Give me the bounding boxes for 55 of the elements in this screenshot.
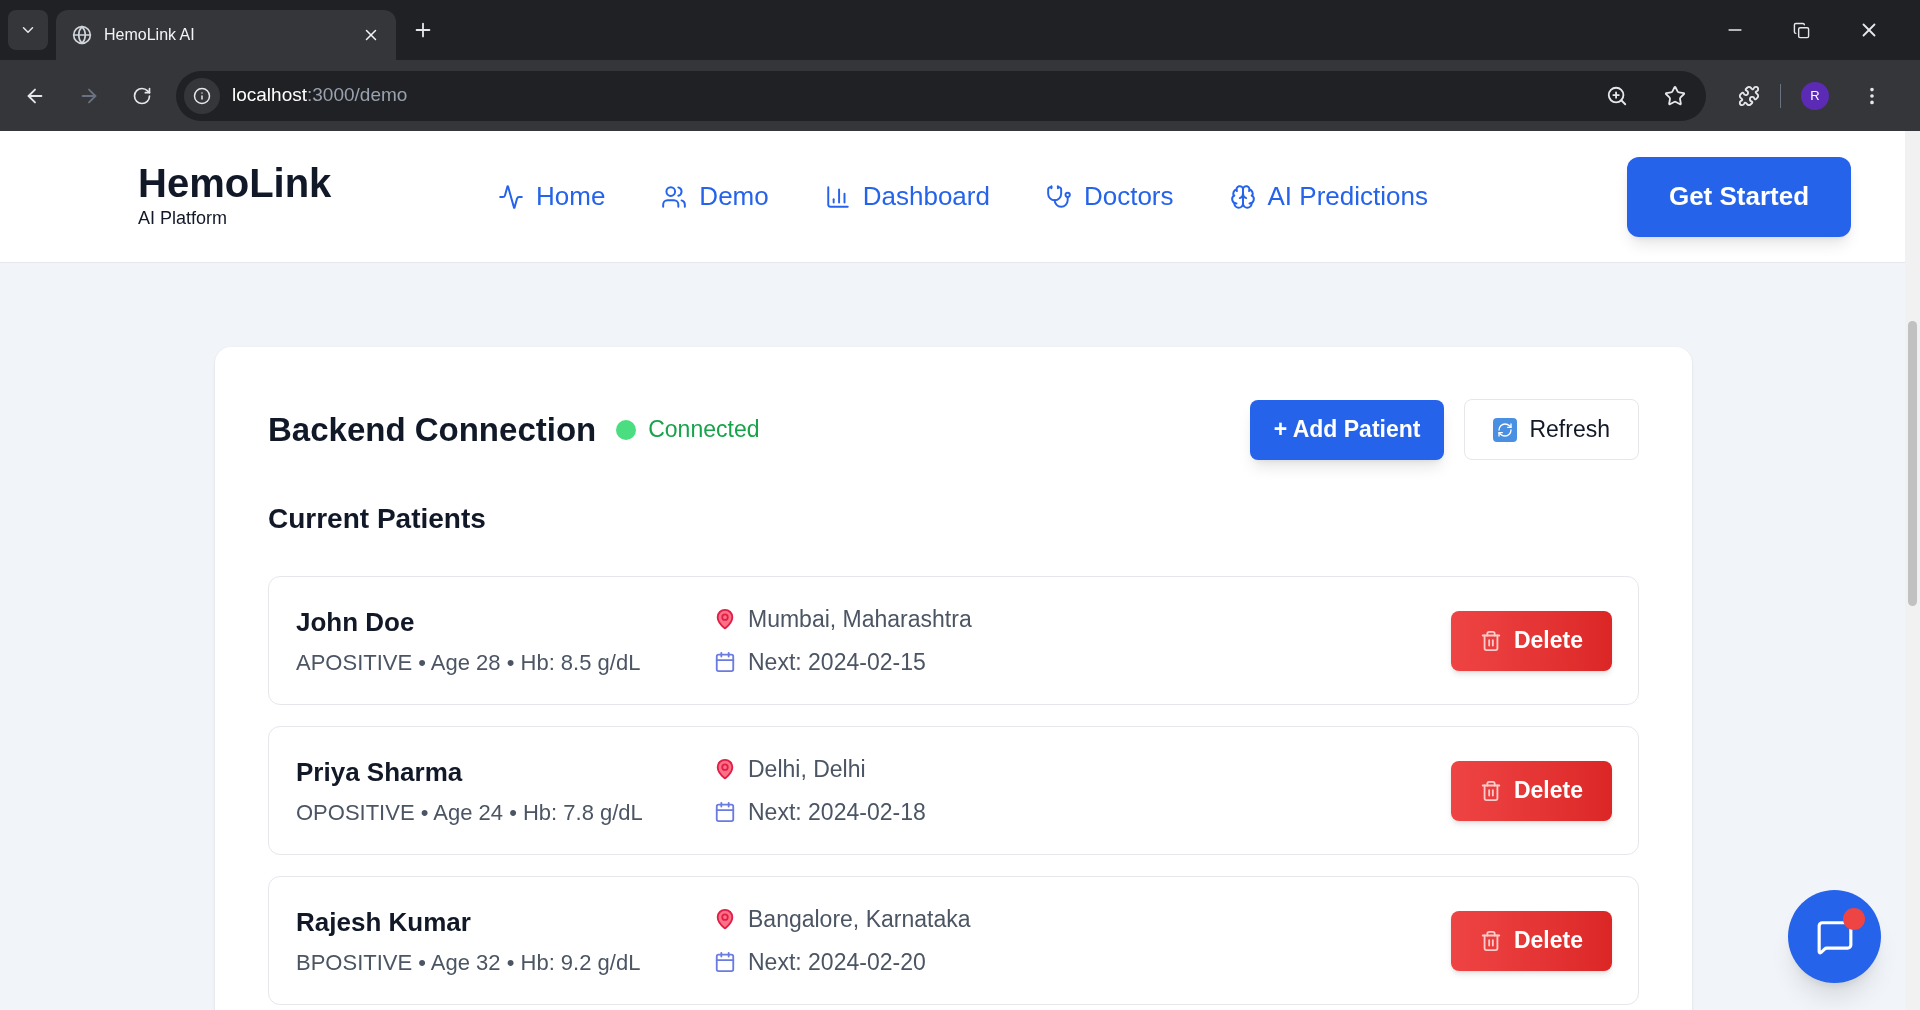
address-bar[interactable]: localhost:3000/demo bbox=[176, 70, 1706, 121]
patient-details: BPOSITIVE • Age 32 • Hb: 9.2 g/dL bbox=[296, 948, 642, 977]
patient-details: OPOSITIVE • Age 24 • Hb: 7.8 g/dL bbox=[296, 798, 644, 827]
reload-icon[interactable] bbox=[132, 85, 152, 106]
zoom-icon[interactable] bbox=[1606, 84, 1628, 107]
add-patient-button[interactable]: + Add Patient bbox=[1249, 399, 1445, 460]
nav-link[interactable]: Doctors bbox=[1045, 177, 1174, 216]
patient-details: APOSITIVE • Age 28 • Hb: 8.5 g/dL bbox=[296, 648, 642, 677]
patient-location: Delhi, Delhi bbox=[748, 755, 866, 784]
pin-icon bbox=[714, 758, 736, 781]
users-icon bbox=[661, 183, 688, 210]
brand-tagline: AI Platform bbox=[138, 207, 229, 230]
trash-icon bbox=[1479, 929, 1502, 952]
next-date: Next: 2024-02-15 bbox=[748, 647, 926, 677]
bookmark-icon[interactable] bbox=[1664, 84, 1686, 107]
delete-button[interactable]: Delete bbox=[1451, 910, 1612, 971]
scrollbar-thumb[interactable] bbox=[1908, 321, 1917, 606]
calendar-icon bbox=[714, 650, 736, 673]
nav-link[interactable]: AI Predictions bbox=[1229, 177, 1428, 216]
patient-location: Mumbai, Maharashtra bbox=[748, 605, 972, 634]
restore-icon[interactable] bbox=[1793, 21, 1810, 39]
trash-icon bbox=[1479, 629, 1502, 652]
patient-name: John Doe bbox=[296, 605, 416, 639]
patient-name: Rajesh Kumar bbox=[296, 905, 472, 939]
nav-link[interactable]: Home bbox=[498, 177, 606, 216]
browser-tab[interactable]: HemoLink AI bbox=[56, 10, 396, 60]
calendar-icon bbox=[714, 950, 736, 973]
calendar-icon bbox=[714, 800, 736, 823]
brain-icon bbox=[1229, 183, 1256, 210]
section-heading: Current Patients bbox=[268, 502, 487, 536]
next-date: Next: 2024-02-18 bbox=[748, 797, 926, 827]
extensions-icon[interactable] bbox=[1738, 84, 1760, 107]
pin-icon bbox=[714, 908, 736, 931]
get-started-button[interactable]: Get Started bbox=[1627, 156, 1851, 237]
nav-link[interactable]: Dashboard bbox=[824, 177, 990, 216]
trash-icon bbox=[1479, 779, 1502, 802]
delete-button[interactable]: Delete bbox=[1451, 760, 1612, 821]
pin-icon bbox=[714, 608, 736, 631]
url-text: localhost:3000/demo bbox=[232, 83, 409, 108]
profile-avatar[interactable]: R bbox=[1801, 81, 1829, 110]
delete-button[interactable]: Delete bbox=[1451, 610, 1612, 671]
nav-link[interactable]: Demo bbox=[661, 177, 769, 216]
stethoscope-icon bbox=[1045, 183, 1072, 210]
pulse-icon bbox=[498, 183, 524, 210]
patient-location: Bangalore, Karnataka bbox=[748, 905, 971, 934]
refresh-button[interactable]: Refresh bbox=[1464, 399, 1639, 460]
refresh-icon bbox=[1493, 417, 1518, 442]
section-title: Backend Connection bbox=[268, 409, 597, 450]
patient-name: Priya Sharma bbox=[296, 755, 464, 789]
status-text: Connected bbox=[648, 415, 760, 445]
brand-name[interactable]: HemoLink bbox=[138, 161, 498, 205]
globe-icon bbox=[72, 25, 92, 45]
site-info-icon[interactable] bbox=[193, 86, 211, 105]
next-date: Next: 2024-02-20 bbox=[748, 947, 926, 977]
chart-icon bbox=[824, 183, 851, 210]
